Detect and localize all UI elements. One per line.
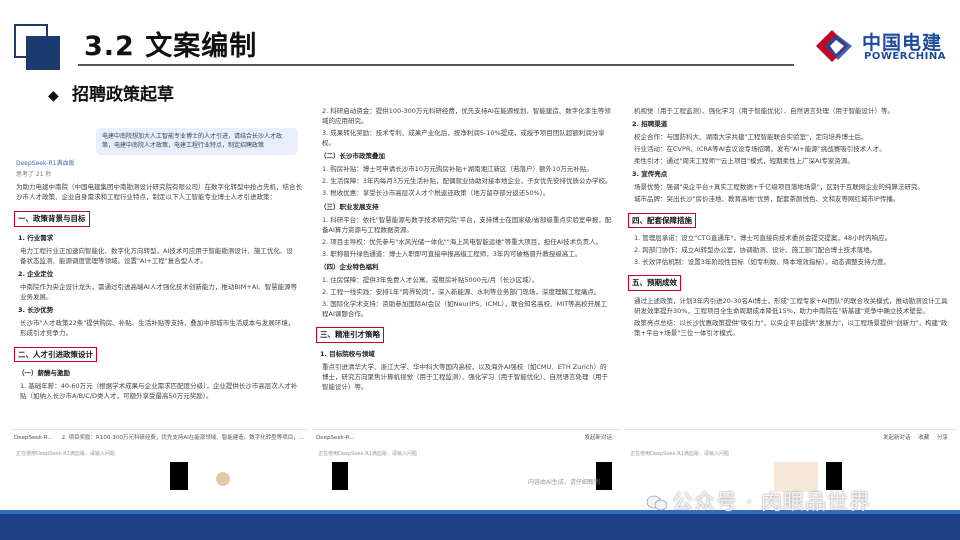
list-item: 1. 住房保障：提供3年免费人才公寓，或租房补贴5000元/月（长沙区域）。 bbox=[322, 275, 539, 284]
watermark: 公众号 · 肉眼品世界 bbox=[646, 486, 871, 516]
list-item: 2. 工程一线实践：安排1年"跨界轮岗"，深入新能源、水利等业务部门现场，深度理… bbox=[322, 287, 601, 296]
input-placeholder[interactable]: 正在使用DeepSeek-R1满血版，请输入问题 bbox=[16, 451, 115, 459]
answer-intro: 为助力电建中南院（中国电建集团中南勘测设计研究院有限公司）在数字化转型中抢占先机… bbox=[16, 183, 302, 202]
list-item: 行业活动：在CVPR、ICRA等AI会议设专场招聘，发布"AI+能源"挑战赛吸引… bbox=[634, 145, 886, 154]
list-item: 政策亮点总结：以长沙优惠政策提供"吸引力"，以央企平台提供"发展力"，以工程场景… bbox=[634, 319, 948, 338]
subsection-title: （一）薪酬与激励 bbox=[18, 369, 70, 378]
section-title-2: 二、人才引进政策设计 bbox=[14, 346, 97, 363]
footer-bar bbox=[0, 514, 960, 540]
toolbar-text: 2. 项目奖励：R100-300万元科研经费，优先支持AI在能源领域、智能建造、… bbox=[61, 434, 304, 441]
model-tab[interactable]: DeepSeek-R... bbox=[14, 435, 53, 441]
favorite-button[interactable]: 收藏 bbox=[918, 435, 929, 441]
list-item: 中南院作为央企设计龙头，需通过引进高端AI人才强化技术创新能力，推动BIM+AI… bbox=[20, 283, 298, 302]
section-title-1: 一、政策背景与目标 bbox=[14, 211, 90, 227]
chat-toolbar: 发起新对话 收藏 分享 bbox=[624, 429, 958, 446]
list-item: 3. 职称晋升绿色通道：博士入职即可直接申报高级工程师，3年内可破格晋升教授级高… bbox=[322, 249, 582, 258]
list-item: 电力工程行业正加速向智能化、数字化方向转型，AI技术可应用于智能勘测设计、施工优… bbox=[20, 247, 293, 266]
model-label[interactable]: DeepSeek-R1满血版 bbox=[16, 159, 302, 168]
list-item: 柔性引才：通过"周末工程师""云上项目"模式，短期柔性上广深AI专家资源。 bbox=[634, 157, 854, 166]
list-item: 3. 税收优惠：享受长沙市高层次人才个税返还政策（地方留存部分返还50%）。 bbox=[322, 189, 550, 198]
subsection-title: （二）长沙市政策叠加 bbox=[320, 152, 385, 161]
list-item: 2. 生活保障：3年内每月3万元生活补贴，配偶就业协助对接本地企业，子女优先安排… bbox=[322, 177, 612, 186]
list-item: 2. 项目主导权：优先参与"水风光储一体化""海上风电智能运维"等重大项目，担任… bbox=[322, 237, 603, 246]
list-item: 1. 基础年薪：40-60万元（根据学术成果与企业需求匹配度分级），企业提供长沙… bbox=[20, 382, 298, 401]
model-tab[interactable]: DeepSeek-R... bbox=[316, 435, 355, 441]
share-button[interactable]: 分享 bbox=[937, 435, 948, 441]
deco-filled-square bbox=[26, 36, 60, 70]
header-decoration bbox=[14, 24, 60, 70]
list-item: 3. 长沙优势 bbox=[18, 306, 54, 315]
list-item: 重点引进清华大学、浙江大学、华中科大等国内高校，以及海外AI强校（如CMU、ET… bbox=[322, 362, 608, 391]
section-title-4: 四、配套保障措施 bbox=[628, 212, 696, 229]
list-item: 1. 购房补贴：博士可申请长沙市10万元购房补贴+湖南湘江新区（若落户）额外10… bbox=[322, 165, 593, 174]
list-item: 场景优势：强调"央企平台+真实工程数据+千亿级项目落地场景"，区别于互联网企业的… bbox=[634, 183, 924, 192]
screenshot-panel-2: 2. 科研启动资金：提供100-300万元科研经费，优先支持AI在能源规划、智能… bbox=[312, 104, 622, 462]
list-item: 2. 科研启动资金：提供100-300万元科研经费，优先支持AI在能源规划、智能… bbox=[322, 107, 611, 126]
subsection-title: 2. 招聘渠道 bbox=[632, 120, 668, 129]
diamond-bullet-icon: ◆ bbox=[48, 88, 59, 104]
chat-toolbar: DeepSeek-R... 发起新对话 bbox=[312, 429, 622, 446]
subsection-title: 3. 宣传亮点 bbox=[632, 170, 668, 179]
list-item: 1. 管理层承诺：设立"CTO直通车"，博士可直接向技术委员会提交提案，48小时… bbox=[634, 234, 892, 243]
chat-toolbar: DeepSeek-R... 2. 项目奖励：R100-300万元科研经费，优先支… bbox=[10, 429, 308, 446]
section-title-5: 五、预期成效 bbox=[628, 275, 681, 291]
powerchina-emblem-icon bbox=[816, 30, 852, 62]
wechat-icon bbox=[646, 495, 668, 511]
powerchina-logo: 中国电建 POWERCHINA bbox=[812, 26, 952, 66]
input-placeholder[interactable]: 正在使用DeepSeek-R1满血版，请输入问题 bbox=[630, 451, 729, 459]
subsection-title: 1. 目标院校与领域 bbox=[320, 349, 375, 358]
page-title: 3.2 文案编制 bbox=[84, 31, 258, 62]
input-placeholder[interactable]: 正在使用DeepSeek-R1满血版，请输入问题 bbox=[318, 451, 417, 459]
new-chat-button[interactable]: 发起新对话 bbox=[584, 435, 612, 441]
list-item: 城市品牌：突出长沙"房价洼地、教育高地"优势，配套茶颜悦色、文和友等网红城市IP… bbox=[634, 195, 900, 204]
list-item: 2. 跨部门协作：成立AI转型办公室，协调勘测、设计、施工部门配合博士技术落地。 bbox=[634, 246, 877, 255]
list-item: 校企合作：与国防科大、湖南大学共建"工程智能联合实验室"，定向培养博士后。 bbox=[634, 133, 868, 142]
list-item: 3. 国际化学术支持：资助参加国际AI会议（如NeurIPS、ICML），联合知… bbox=[322, 300, 608, 319]
user-prompt-bubble: 电建中南院想加大人工智能专业博士的人才引进，请结合长沙人才政策，电建中南院人才政… bbox=[96, 128, 298, 155]
new-chat-button[interactable]: 发起新对话 bbox=[883, 435, 911, 441]
title-underline bbox=[78, 64, 794, 66]
list-item: 1. 行业需求 bbox=[18, 233, 54, 242]
screenshot-panel-1: 电建中南院想加大人工智能专业博士的人才引进，请结合长沙人才政策，电建中南院人才政… bbox=[10, 118, 308, 462]
subsection-title: （三）职业发展支持 bbox=[320, 202, 379, 211]
list-item: 3. 长效评估机制：设置3年阶段性目标（如专利数、降本增效指标），动态调整支持力… bbox=[634, 258, 891, 267]
ai-disclaimer: 内容由AI生成，请仔细甄别 bbox=[528, 479, 600, 486]
redaction-block bbox=[332, 462, 348, 490]
watermark-text: 公众号 · 肉眼品世界 bbox=[672, 490, 872, 514]
list-item: 机视觉（用于工程监测）、强化学习（用于智能优化）、自然语言处理（用于智能设计）等… bbox=[634, 107, 894, 115]
subsection-title: （四）企业特色福利 bbox=[320, 262, 379, 271]
avatar bbox=[216, 472, 230, 486]
screenshot-panel-3: 机视觉（用于工程监测）、强化学习（用于智能优化）、自然语言处理（用于智能设计）等… bbox=[624, 104, 958, 462]
brand-name-en: POWERCHINA bbox=[864, 51, 946, 62]
list-item: 长沙市"人才政策22条"提供购房、补贴、生活补贴等支持，叠加中部城市生活成本与发… bbox=[20, 319, 295, 338]
list-item: 3. 成果转化奖励：技术专利、成果产业化后，按净利润5-10%提成，或授予项目团… bbox=[322, 129, 605, 148]
section-heading-text: 招聘政策起草 bbox=[72, 85, 174, 105]
redaction-block bbox=[170, 462, 188, 490]
section-heading: ◆ 招聘政策起草 bbox=[48, 80, 174, 105]
section-title-3: 三、精准引才策略 bbox=[316, 327, 384, 343]
list-item: 2. 企业定位 bbox=[18, 270, 54, 279]
thinking-time[interactable]: 思考了 21 秒 bbox=[16, 170, 302, 179]
list-item: 通过上述政策，计划3年内引进20-30名AI博士，形成"工程专家+AI团队"的联… bbox=[634, 296, 948, 315]
list-item: 1. 科研平台：依托"智慧能源与数字技术研究院"平台，支持博士在国家级/省部级重… bbox=[322, 215, 612, 234]
